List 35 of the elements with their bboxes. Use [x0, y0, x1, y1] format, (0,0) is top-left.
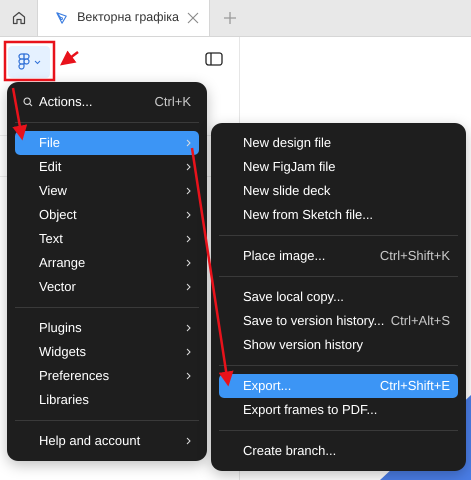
menu-item[interactable]: New slide deck	[219, 179, 458, 203]
annotation-arrow	[12, 88, 28, 140]
menu-item[interactable]: Plugins	[15, 316, 199, 340]
menu-item[interactable]: Vector	[15, 275, 199, 299]
menu-item[interactable]: Text	[15, 227, 199, 251]
menu-item[interactable]: New from Sketch file...	[219, 203, 458, 227]
plus-icon	[223, 11, 237, 25]
home-icon	[10, 10, 26, 26]
menu-item[interactable]: Create branch...	[219, 439, 458, 463]
menu-item[interactable]: New FigJam file	[219, 155, 458, 179]
document-tab[interactable]: Векторна графіка	[38, 0, 210, 36]
menu-item[interactable]: View	[15, 179, 199, 203]
close-tab-icon[interactable]	[187, 12, 199, 24]
menu-item[interactable]: Preferences	[15, 364, 199, 388]
annotation-arrow	[60, 50, 79, 66]
highlight-frame	[4, 40, 56, 82]
menu-item[interactable]: Show version history	[219, 333, 458, 357]
menu-item[interactable]: Libraries	[15, 388, 199, 412]
logo-icon	[18, 53, 30, 71]
menu-item[interactable]: Widgets	[15, 340, 199, 364]
sidebar-toggle-icon[interactable]	[205, 52, 223, 66]
menu-item[interactable]: Export frames to PDF...	[219, 398, 458, 422]
menu-item[interactable]: Object	[15, 203, 199, 227]
menu-item[interactable]: Place image... Ctrl+Shift+K	[219, 244, 458, 268]
menu-item[interactable]: Edit	[15, 155, 199, 179]
main-menu-button[interactable]	[8, 46, 50, 78]
caret-icon	[34, 60, 40, 64]
pen-icon	[54, 10, 70, 26]
menu-item[interactable]: Help and account	[15, 429, 199, 453]
menu-item[interactable]: New design file	[219, 131, 458, 155]
menu-item[interactable]: Save to version history... Ctrl+Alt+S	[219, 309, 458, 333]
menu-item[interactable]: Save local copy...	[219, 285, 458, 309]
menu-item[interactable]: Actions... Ctrl+K	[15, 90, 199, 114]
search-icon	[23, 97, 33, 107]
menu-item[interactable]: Arrange	[15, 251, 199, 275]
